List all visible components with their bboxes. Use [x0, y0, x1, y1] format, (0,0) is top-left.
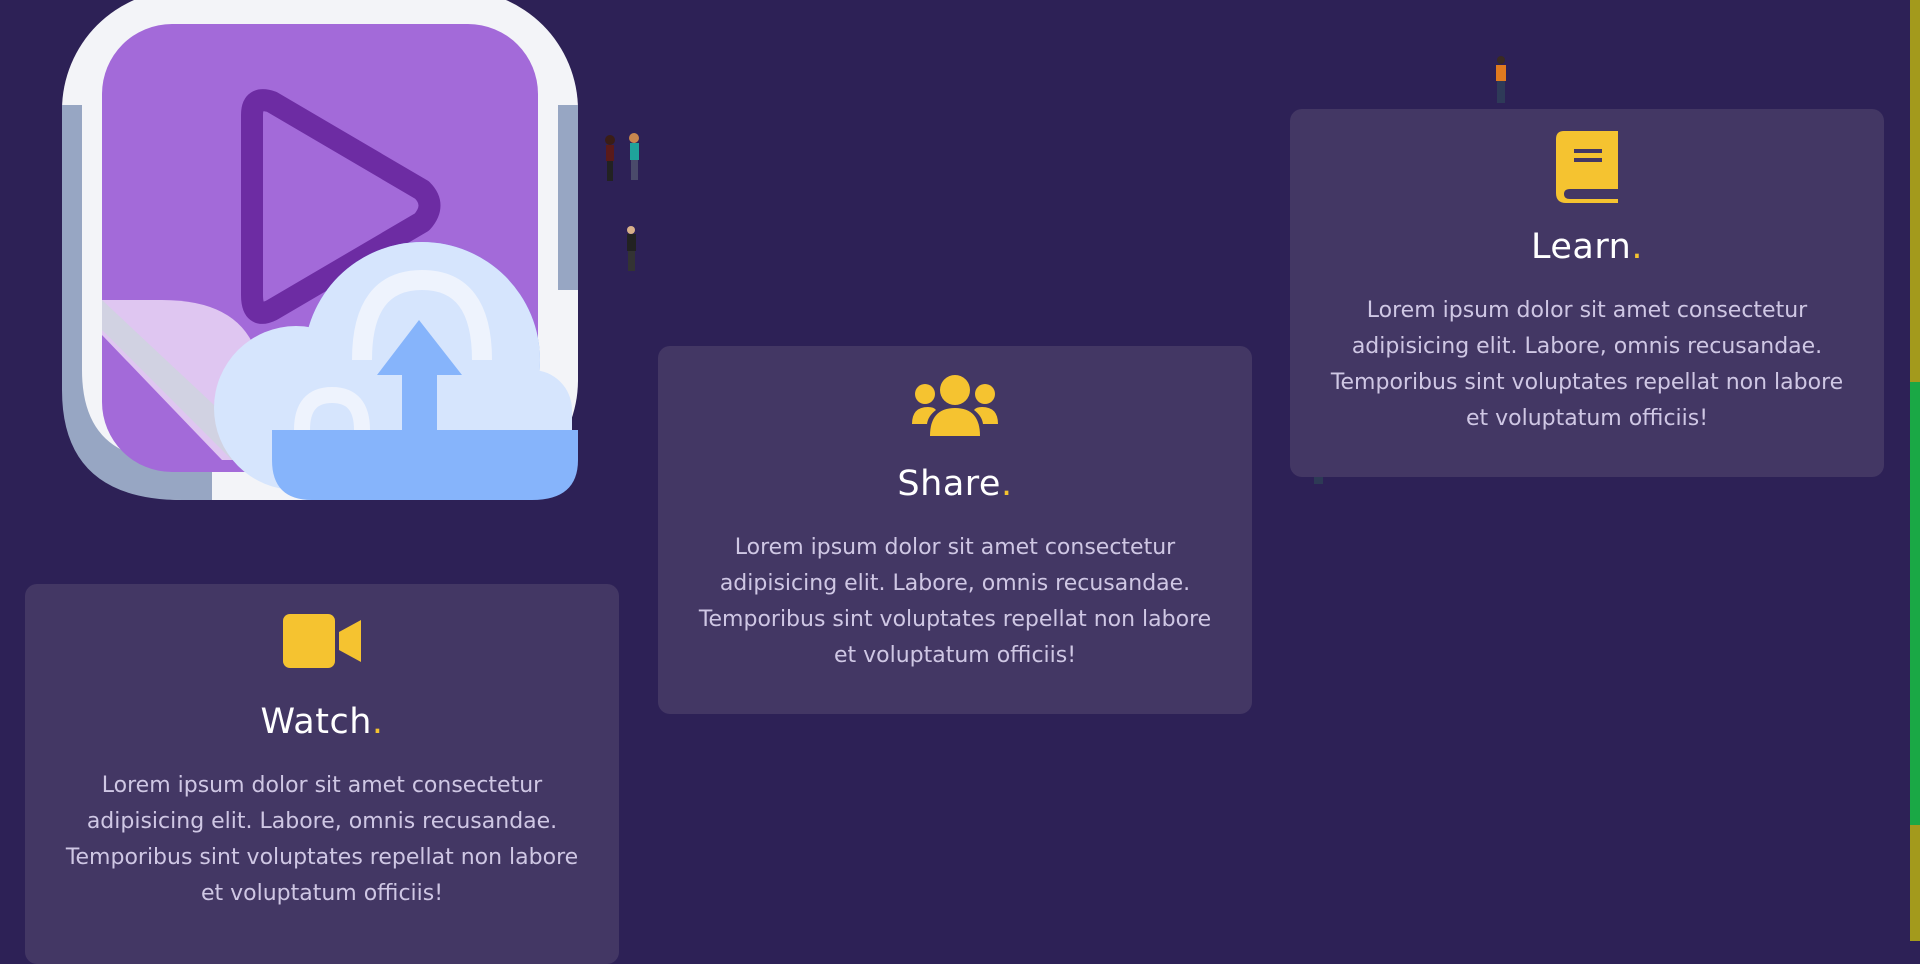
card-description: Lorem ipsum dolor sit amet consectetur a…: [65, 773, 579, 906]
title-accent-dot: .: [1631, 227, 1643, 267]
title-accent-dot: .: [1000, 464, 1013, 504]
feature-card-watch: Watch. Lorem ipsum dolor sit amet consec…: [25, 584, 619, 964]
person-figure: [627, 226, 636, 271]
video-upload-icon: [62, 0, 578, 500]
card-description: Lorem ipsum dolor sit amet consectetur a…: [698, 535, 1212, 668]
title-accent-dot: .: [371, 702, 384, 742]
card-title: Learn.: [1531, 227, 1643, 267]
card-title: Share.: [897, 464, 1013, 504]
feature-card-share: Share. Lorem ipsum dolor sit amet consec…: [658, 346, 1252, 714]
card-title: Watch.: [260, 702, 384, 742]
person-figure: [1496, 56, 1506, 103]
person-figure: [605, 133, 639, 181]
feature-card-learn: Learn. Lorem ipsum dolor sit amet consec…: [1290, 109, 1884, 477]
card-description: Lorem ipsum dolor sit amet consectetur a…: [1330, 298, 1844, 431]
book-icon: [1556, 131, 1618, 203]
users-icon: [912, 375, 998, 436]
scrollbar-thumb[interactable]: [1910, 382, 1920, 825]
video-camera-icon: [283, 614, 361, 668]
